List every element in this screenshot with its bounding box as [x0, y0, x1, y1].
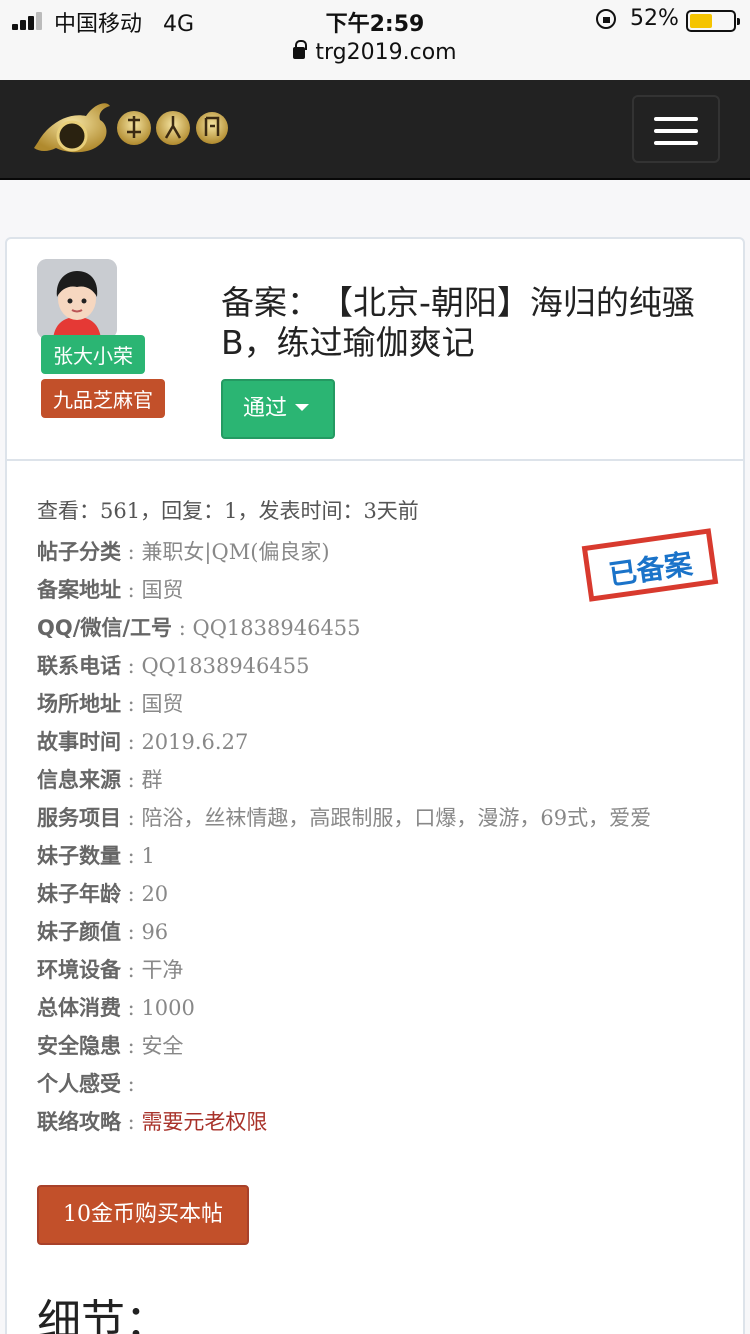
field-label: 备案地址 [37, 578, 121, 602]
field-value: 20 [141, 882, 169, 906]
field-label: QQ/微信/工号 [37, 616, 173, 640]
field-separator: : [121, 578, 142, 602]
post-header: 张大小荣 九品芝麻官 备案： 【北京-朝阳】海归的纯骚B，练过瑜伽爽记 通过 [7, 239, 743, 461]
field-separator: : [121, 1072, 135, 1096]
field-value: 兼职女|QM(偏良家) [141, 540, 330, 564]
field-label: 妹子年龄 [37, 882, 121, 906]
field-separator: : [121, 1110, 142, 1134]
field-label: 安全隐患 [37, 1034, 121, 1058]
hamburger-icon[interactable] [632, 95, 720, 163]
field-separator: : [121, 768, 142, 792]
field-value: 群 [141, 768, 163, 792]
post-stats: 查看：561，回复：1，发表时间：3天前 [37, 499, 419, 523]
info-field: 总体消费 : 1000 [37, 989, 717, 1027]
field-value: 国贸 [141, 578, 184, 602]
field-label: 服务项目 [37, 806, 121, 830]
info-field: 服务项目 : 陪浴，丝袜情趣，高跟制服，口爆，漫游，69式，爱爱 [37, 799, 717, 837]
field-label: 妹子数量 [37, 844, 121, 868]
status-button-label: 通过 [243, 396, 288, 421]
rank-badge: 九品芝麻官 [41, 379, 165, 418]
post-card: 张大小荣 九品芝麻官 备案： 【北京-朝阳】海归的纯骚B，练过瑜伽爽记 通过 查… [5, 237, 745, 1334]
field-separator: : [121, 730, 142, 754]
dragon-logo-icon[interactable] [28, 94, 228, 164]
field-label: 环境设备 [37, 958, 121, 982]
field-label: 妹子颜值 [37, 920, 121, 944]
field-separator: : [121, 844, 142, 868]
info-field: 环境设备 : 干净 [37, 951, 717, 989]
info-field: 场所地址 : 国贸 [37, 685, 717, 723]
caret-down-icon [295, 403, 310, 411]
field-value: 安全 [141, 1034, 184, 1058]
status-dropdown-button[interactable]: 通过 [221, 379, 335, 439]
field-separator: : [121, 654, 142, 678]
field-value: 国贸 [141, 692, 184, 716]
info-field: 联系电话 : QQ1838946455 [37, 647, 717, 685]
field-value: QQ1838946455 [192, 616, 361, 640]
info-field: 故事时间 : 2019.6.27 [37, 723, 717, 761]
field-label: 信息来源 [37, 768, 121, 792]
navbar [0, 80, 750, 180]
post-title: 备案： 【北京-朝阳】海归的纯骚B，练过瑜伽爽记 [221, 283, 695, 362]
field-separator: : [121, 882, 142, 906]
battery-percent: 52% [630, 6, 679, 31]
field-separator: : [121, 540, 142, 564]
field-value: 1 [141, 844, 155, 868]
field-separator: : [121, 996, 142, 1020]
details-heading: 细节： [37, 1296, 169, 1334]
field-label: 联系电话 [37, 654, 121, 678]
field-value: 1000 [141, 996, 195, 1020]
rotation-lock-icon [596, 9, 616, 29]
field-label: 场所地址 [37, 692, 121, 716]
field-value: 陪浴，丝袜情趣，高跟制服，口爆，漫游，69式，爱爱 [141, 806, 652, 830]
info-field: 妹子颜值 : 96 [37, 913, 717, 951]
field-separator: : [121, 958, 142, 982]
buy-post-button[interactable]: 10金币购买本帖 [37, 1185, 249, 1245]
status-bar: 中国移动 4G 下午2:59 52% trg2019.com [0, 0, 750, 80]
field-separator: : [121, 806, 142, 830]
battery-icon [686, 10, 740, 32]
username-badge[interactable]: 张大小荣 [41, 335, 145, 374]
field-value[interactable]: 需要元老权限 [141, 1110, 267, 1134]
field-value: 96 [141, 920, 169, 944]
info-field: 妹子数量 : 1 [37, 837, 717, 875]
info-field: 妹子年龄 : 20 [37, 875, 717, 913]
url-text: trg2019.com [315, 40, 457, 65]
field-value: 2019.6.27 [141, 730, 249, 754]
field-value: 干净 [141, 958, 184, 982]
avatar[interactable] [37, 259, 117, 339]
field-label: 个人感受 [37, 1072, 121, 1096]
address-bar[interactable]: trg2019.com [0, 40, 750, 65]
field-separator: : [172, 616, 193, 640]
padlock-icon [293, 40, 308, 59]
info-field: 联络攻略 : 需要元老权限 [37, 1103, 717, 1141]
field-label: 故事时间 [37, 730, 121, 754]
field-separator: : [121, 920, 142, 944]
field-separator: : [121, 1034, 142, 1058]
info-field: 安全隐患 : 安全 [37, 1027, 717, 1065]
field-label: 总体消费 [37, 996, 121, 1020]
info-field: QQ/微信/工号 : QQ1838946455 [37, 609, 717, 647]
field-label: 联络攻略 [37, 1110, 121, 1134]
field-value: QQ1838946455 [141, 654, 310, 678]
info-field: 信息来源 : 群 [37, 761, 717, 799]
info-field: 个人感受 : [37, 1065, 717, 1103]
field-separator: : [121, 692, 142, 716]
post-fields: 帖子分类 : 兼职女|QM(偏良家) 备案地址 : 国贸 QQ/微信/工号 : QQ… [37, 533, 717, 1141]
field-label: 帖子分类 [37, 540, 121, 564]
